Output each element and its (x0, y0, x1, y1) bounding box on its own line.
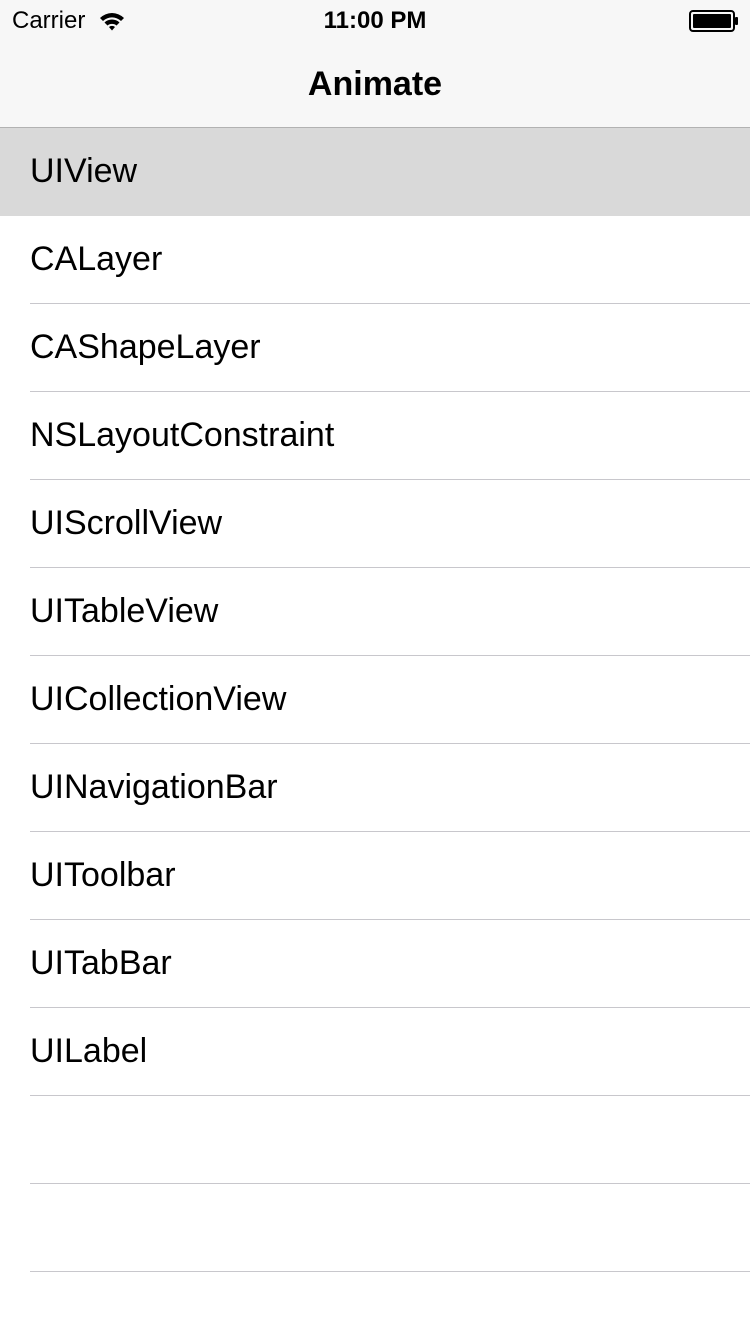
table-row-empty (0, 1184, 750, 1272)
table-row-label: UIView (30, 152, 138, 190)
table-row-empty (0, 1272, 750, 1334)
table-row-label: UITabBar (30, 944, 172, 982)
table-row-uinavigationbar[interactable]: UINavigationBar (0, 744, 750, 832)
table-row-cashapelayer[interactable]: CAShapeLayer (0, 304, 750, 392)
table-view[interactable]: UIView CALayer CAShapeLayer NSLayoutConstra… (0, 128, 750, 1334)
table-row-uitabbar[interactable]: UITabBar (0, 920, 750, 1008)
table-row-label: UICollectionView (30, 680, 287, 718)
table-row-label: CALayer (30, 240, 163, 278)
table-row-calayer[interactable]: CALayer (0, 216, 750, 304)
table-row-label: UIScrollView (30, 504, 223, 542)
top-bar: Carrier 11:00 PM Animate (0, 0, 750, 128)
table-row-label: UITableView (30, 592, 219, 630)
nav-title: Animate (307, 65, 443, 103)
table-row-label: UILabel (30, 1032, 148, 1070)
table-row-nslayoutconstraint[interactable]: NSLayoutConstraint (0, 392, 750, 480)
table-row-uiscrollview[interactable]: UIScrollView (0, 480, 750, 568)
table-row-empty (0, 1096, 750, 1184)
table-row-uitoolbar[interactable]: UIToolbar (0, 832, 750, 920)
table-row-uilabel[interactable]: UILabel (0, 1008, 750, 1096)
status-time: 11:00 PM (323, 7, 427, 34)
table-row-uicollectionview[interactable]: UICollectionView (0, 656, 750, 744)
table-row-label: NSLayoutConstraint (30, 416, 335, 454)
table-row-label: UIToolbar (30, 856, 176, 894)
table-row-uitableview[interactable]: UITableView (0, 568, 750, 656)
table-row-label: UINavigationBar (30, 768, 278, 806)
battery-icon (689, 10, 739, 32)
status-bar: Carrier 11:00 PM (0, 0, 750, 40)
screen: Carrier 11:00 PM Animate UIView CALayer CA… (0, 0, 750, 1334)
table-row-uiview[interactable]: UIView (0, 128, 750, 216)
table-row-label: CAShapeLayer (30, 328, 261, 366)
